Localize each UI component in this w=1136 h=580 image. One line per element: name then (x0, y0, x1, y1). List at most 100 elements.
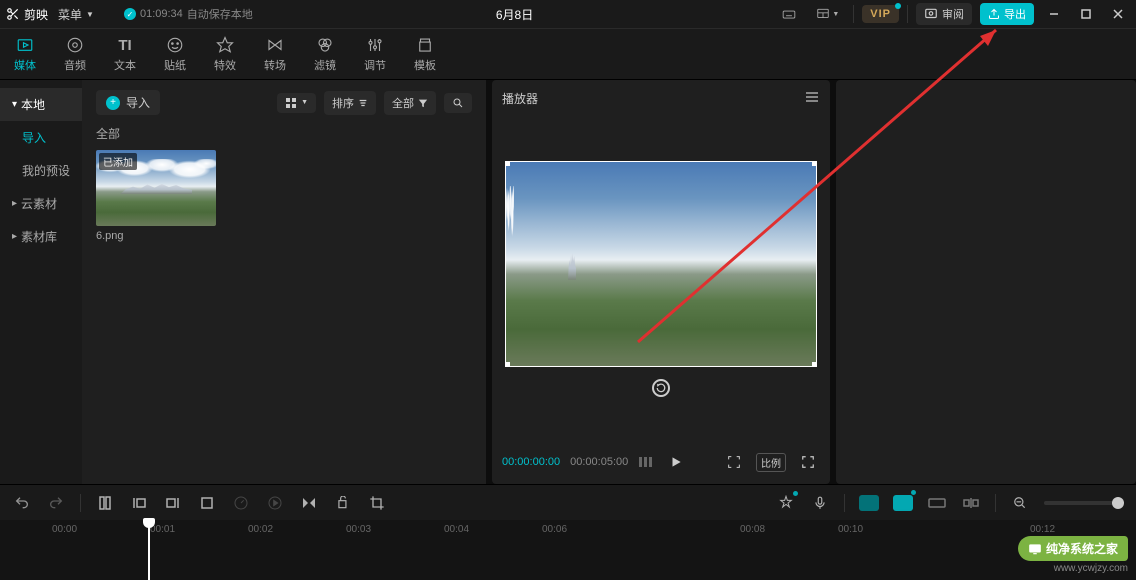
maximize-button[interactable] (1074, 2, 1098, 26)
ruler-tick: 00:08 (740, 524, 765, 535)
effects-icon (215, 35, 235, 55)
asset-thumbnail[interactable]: 已添加 6.png (96, 150, 216, 242)
sort-button[interactable]: 排序 (324, 91, 376, 115)
rotate-button[interactable] (333, 493, 353, 513)
watermark-url: www.ycwjzy.com (1054, 563, 1128, 574)
magic-button[interactable] (776, 493, 796, 513)
minimize-button[interactable] (1042, 2, 1066, 26)
transition-icon (265, 35, 285, 55)
view-mode-button[interactable]: ▼ (277, 93, 316, 113)
player-header: 播放器 (502, 90, 820, 115)
playhead[interactable] (148, 520, 150, 580)
search-icon (452, 97, 464, 109)
export-icon (988, 8, 1000, 20)
crop-square-button[interactable] (197, 493, 217, 513)
titlebar: 剪映 菜单 ▼ ✓ 01:09:34 自动保存本地 6月8日 ▼ VIP 审阅 … (0, 0, 1136, 28)
edit-toolbar (0, 484, 1136, 520)
sidebar-item-cloud[interactable]: 云素材 (0, 187, 82, 220)
tab-effects[interactable]: 特效 (200, 29, 250, 79)
columns-icon[interactable] (638, 455, 654, 469)
filter-icon (315, 35, 335, 55)
player-panel: 播放器 00:00:00:00 00:00:05:00 比例 (492, 80, 830, 484)
menu-label: 菜单 (58, 6, 82, 23)
rotate-handle[interactable] (652, 379, 670, 397)
autosave-time: 01:09:34 (140, 8, 183, 20)
asset-section-label: 全部 (96, 125, 472, 142)
track-toggle-3[interactable] (927, 493, 947, 513)
tab-transition[interactable]: 转场 (250, 29, 300, 79)
search-button[interactable] (444, 93, 472, 113)
mic-button[interactable] (810, 493, 830, 513)
undo-button[interactable] (12, 493, 32, 513)
time-total: 00:00:05:00 (570, 456, 628, 468)
trim-left-button[interactable] (129, 493, 149, 513)
asset-panel: + 导入 ▼ 排序 全部 全部 已添加 (82, 80, 486, 484)
trim-right-button[interactable] (163, 493, 183, 513)
tab-adjust[interactable]: 调节 (350, 29, 400, 79)
audio-icon (65, 35, 85, 55)
crop-button[interactable] (367, 493, 387, 513)
zoom-out-button[interactable] (1010, 493, 1030, 513)
preview-canvas[interactable] (505, 161, 817, 367)
app-name: 剪映 (24, 6, 48, 23)
redo-button[interactable] (46, 493, 66, 513)
player-viewport (502, 115, 820, 442)
watermark-badge: 纯净系统之家 (1018, 536, 1128, 561)
sidebar: 本地 导入 我的预设 云素材 素材库 (0, 80, 82, 484)
tab-template[interactable]: 模板 (400, 29, 450, 79)
divider (844, 494, 845, 512)
menu-button[interactable]: 菜单 ▼ (58, 6, 94, 23)
divider (907, 5, 908, 23)
adjust-icon (365, 35, 385, 55)
keyboard-icon[interactable] (776, 4, 802, 24)
close-button[interactable] (1106, 2, 1130, 26)
autosave-status: ✓ 01:09:34 自动保存本地 (124, 6, 253, 22)
text-icon: TI (115, 35, 135, 55)
media-icon (15, 35, 35, 55)
track-toggle-2[interactable] (893, 493, 913, 513)
sticker-icon (165, 35, 185, 55)
track-toggle-1[interactable] (859, 493, 879, 513)
titlebar-right: ▼ VIP 审阅 导出 (776, 2, 1130, 26)
split-button[interactable] (95, 493, 115, 513)
align-button[interactable] (961, 493, 981, 513)
zoom-slider[interactable] (1044, 501, 1124, 505)
filter-icon (418, 98, 428, 108)
mirror-button[interactable] (299, 493, 319, 513)
timeline-ruler: 00:00 00:01 00:02 00:03 00:04 00:06 00:0… (0, 520, 1136, 540)
safezone-button[interactable] (722, 450, 746, 474)
tab-sticker[interactable]: 贴纸 (150, 29, 200, 79)
plus-icon: + (106, 96, 120, 110)
timeline[interactable]: 00:00 00:01 00:02 00:03 00:04 00:06 00:0… (0, 520, 1136, 580)
layout-icon[interactable]: ▼ (810, 4, 845, 24)
ruler-tick: 00:06 (542, 524, 567, 535)
tab-audio[interactable]: 音频 (50, 29, 100, 79)
sidebar-item-library[interactable]: 素材库 (0, 220, 82, 253)
ratio-button[interactable]: 比例 (756, 453, 786, 472)
sidebar-item-import[interactable]: 导入 (0, 121, 82, 154)
tab-media[interactable]: 媒体 (0, 29, 50, 79)
chevron-down-icon: ▼ (301, 99, 308, 106)
import-button[interactable]: + 导入 (96, 90, 160, 115)
thumb-filename: 6.png (96, 230, 216, 242)
tab-text[interactable]: TI 文本 (100, 29, 150, 79)
reverse-button[interactable] (265, 493, 285, 513)
vip-button[interactable]: VIP (862, 5, 899, 23)
properties-panel (836, 80, 1136, 484)
filter-button[interactable]: 全部 (384, 91, 436, 115)
sidebar-item-local[interactable]: 本地 (0, 88, 82, 121)
ruler-tick: 00:10 (838, 524, 863, 535)
ruler-tick: 00:04 (444, 524, 469, 535)
export-button[interactable]: 导出 (980, 3, 1034, 25)
monitor-icon (1028, 543, 1042, 555)
review-button[interactable]: 审阅 (916, 3, 972, 25)
sidebar-item-presets[interactable]: 我的预设 (0, 154, 82, 187)
category-toolbar: 媒体 音频 TI 文本 贴纸 特效 转场 滤镜 调节 模板 (0, 28, 1136, 80)
player-menu-icon[interactable] (804, 90, 820, 107)
thumb-status-tag: 已添加 (99, 153, 137, 170)
play-button[interactable] (664, 450, 688, 474)
speed-button[interactable] (231, 493, 251, 513)
tab-filter[interactable]: 滤镜 (300, 29, 350, 79)
template-icon (415, 35, 435, 55)
fullscreen-button[interactable] (796, 450, 820, 474)
